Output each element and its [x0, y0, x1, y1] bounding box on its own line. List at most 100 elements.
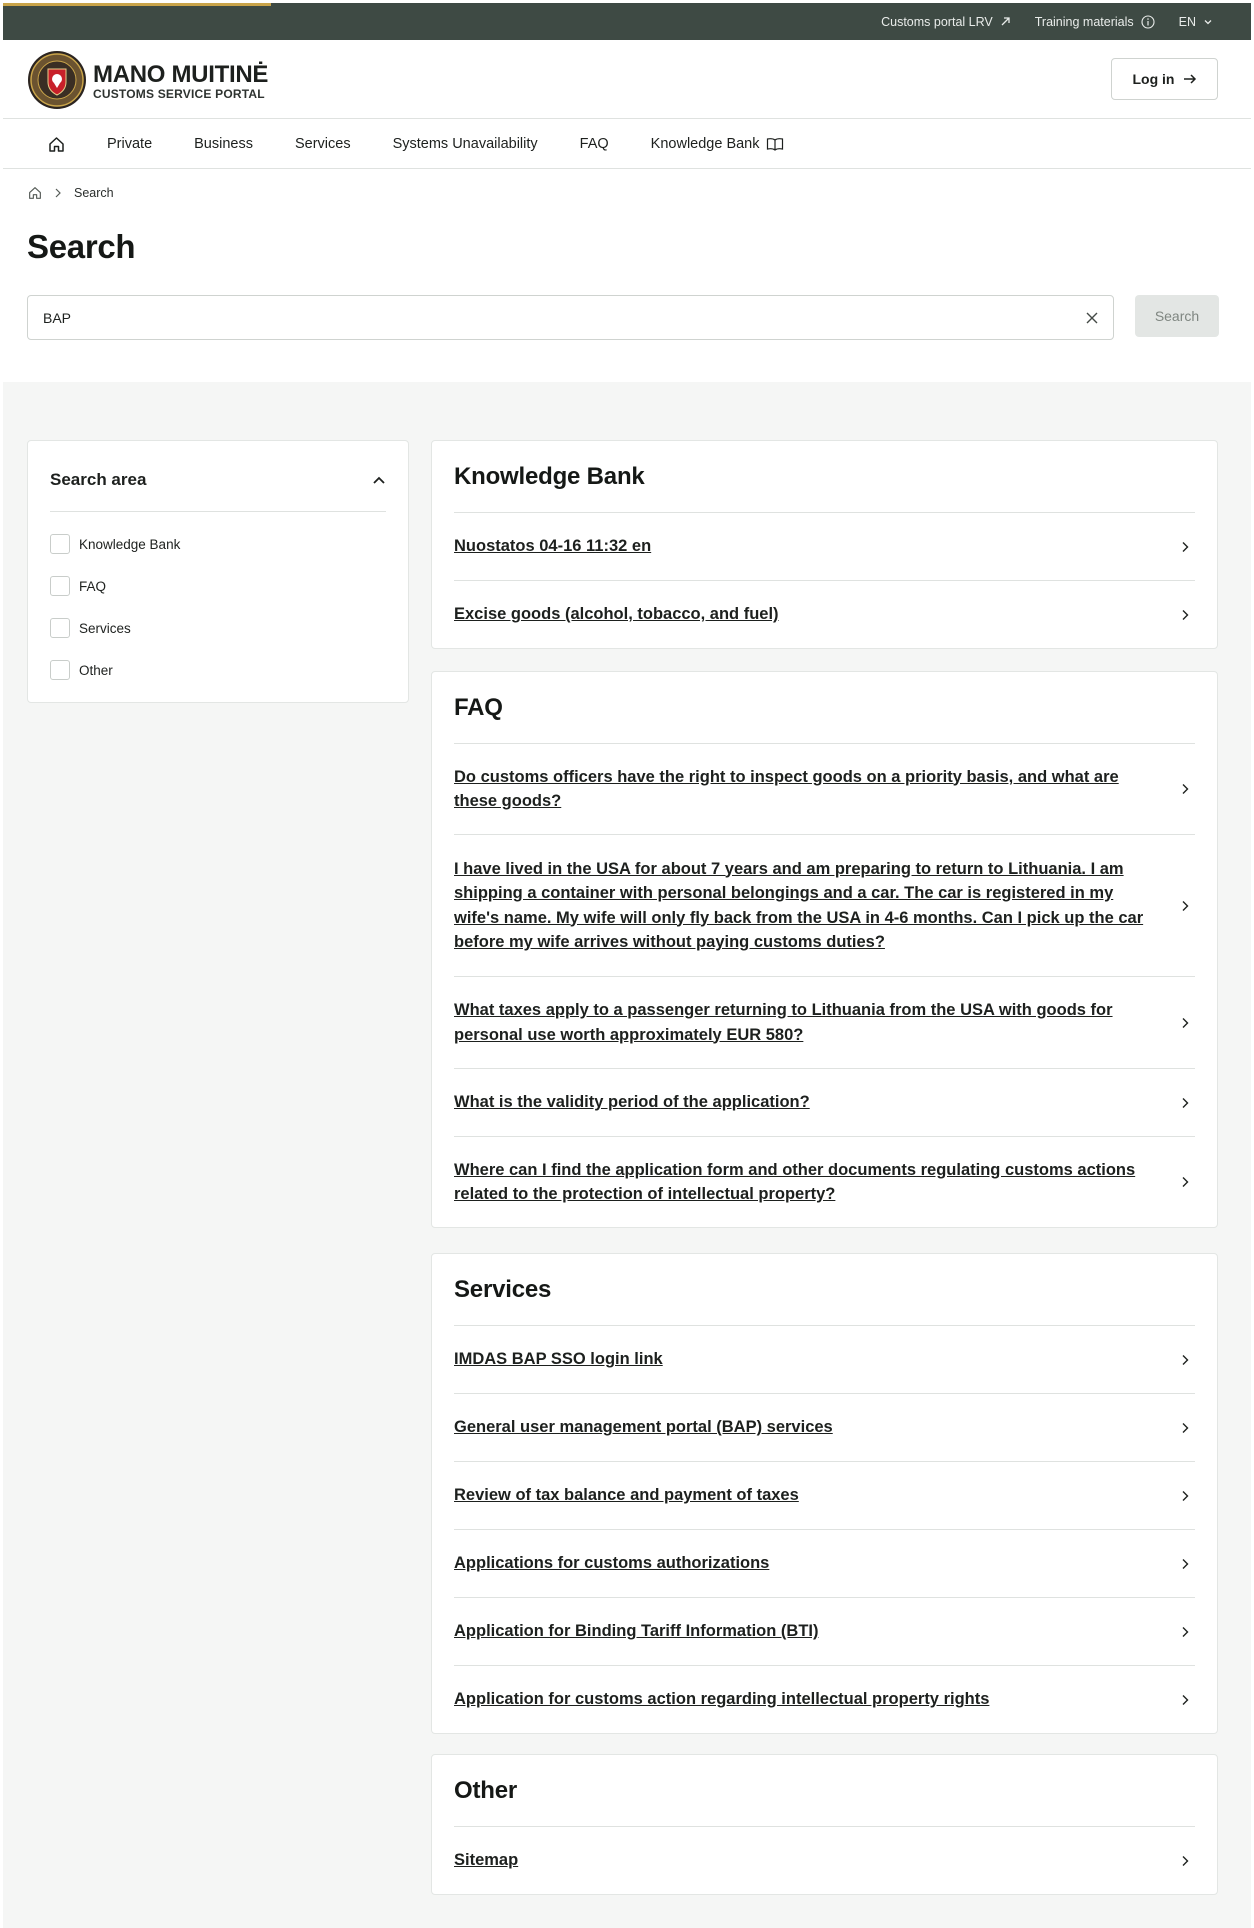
- filter-header[interactable]: Search area: [50, 465, 386, 495]
- result-link[interactable]: Excise goods (alcohol, tobacco, and fuel…: [454, 602, 779, 627]
- main-navigation: Private Business Services Systems Unavai…: [3, 120, 1251, 169]
- result-item[interactable]: IMDAS BAP SSO login link: [454, 1326, 1195, 1394]
- chevron-up-icon[interactable]: [372, 475, 386, 485]
- result-item[interactable]: Application for customs action regarding…: [454, 1666, 1195, 1733]
- result-item[interactable]: Nuostatos 04-16 11:32 en: [454, 513, 1195, 581]
- site-header: MANO MUITINĖ CUSTOMS SERVICE PORTAL Log …: [3, 40, 1251, 119]
- results-group-knowledge-bank: Knowledge Bank Nuostatos 04-16 11:32 en …: [431, 440, 1218, 649]
- result-link[interactable]: Where can I find the application form an…: [454, 1158, 1160, 1207]
- login-button[interactable]: Log in: [1111, 58, 1218, 100]
- results-group-services: Services IMDAS BAP SSO login link Genera…: [431, 1253, 1218, 1734]
- clear-search-icon[interactable]: [1083, 309, 1101, 327]
- external-arrow-icon: [1001, 17, 1010, 26]
- results-group-faq: FAQ Do customs officers have the right t…: [431, 671, 1218, 1228]
- home-icon: [49, 136, 64, 152]
- search-button[interactable]: Search: [1135, 295, 1219, 337]
- result-item[interactable]: General user management portal (BAP) ser…: [454, 1394, 1195, 1462]
- customs-emblem-logo[interactable]: [27, 50, 87, 110]
- home-icon[interactable]: [28, 186, 42, 200]
- chevron-right-icon: [1182, 1017, 1189, 1028]
- arrow-right-icon: [1183, 74, 1196, 84]
- nav-item-services[interactable]: Services: [295, 136, 351, 152]
- nav-item-faq[interactable]: FAQ: [580, 136, 609, 152]
- result-item[interactable]: Sitemap: [454, 1827, 1195, 1894]
- nav-item-label: Private: [107, 136, 153, 152]
- search-field-container: [27, 295, 1114, 340]
- result-item[interactable]: Where can I find the application form an…: [454, 1137, 1195, 1227]
- customs-portal-link[interactable]: Customs portal LRV: [881, 15, 1011, 29]
- result-link[interactable]: Applications for customs authorizations: [454, 1551, 769, 1576]
- chevron-right-icon: [1182, 1694, 1189, 1705]
- language-label: EN: [1178, 14, 1196, 29]
- filter-option-services[interactable]: Services: [50, 617, 180, 639]
- group-title: Services: [454, 1254, 1195, 1326]
- customs-portal-label: Customs portal LRV: [881, 14, 993, 29]
- nav-item-label: Systems Unavailability: [392, 136, 538, 152]
- result-link[interactable]: Application for Binding Tariff Informati…: [454, 1619, 818, 1644]
- open-book-icon: [766, 138, 783, 151]
- nav-home-link[interactable]: [48, 136, 65, 153]
- result-item[interactable]: What taxes apply to a passenger returnin…: [454, 977, 1195, 1069]
- result-link[interactable]: I have lived in the USA for about 7 year…: [454, 857, 1160, 955]
- chevron-right-icon: [1182, 1097, 1189, 1108]
- chevron-right-icon: [1182, 1354, 1189, 1365]
- filter-option-label: FAQ: [79, 578, 107, 594]
- training-materials-link[interactable]: Training materials: [1035, 15, 1155, 29]
- chevron-right-icon: [1182, 541, 1189, 552]
- chevron-right-icon: [1182, 1855, 1189, 1866]
- result-link[interactable]: What taxes apply to a passenger returnin…: [454, 998, 1160, 1047]
- search-input[interactable]: [28, 296, 1113, 339]
- search-area-filter: Search area Knowledge Bank FAQ Services …: [27, 440, 409, 703]
- chevron-right-icon: [1182, 900, 1189, 911]
- result-link[interactable]: Application for customs action regarding…: [454, 1687, 989, 1712]
- info-icon: [1141, 14, 1155, 29]
- chevron-right-icon: [1182, 1558, 1189, 1569]
- chevron-right-icon: [55, 188, 61, 198]
- result-item[interactable]: Applications for customs authorizations: [454, 1530, 1195, 1598]
- result-link[interactable]: What is the validity period of the appli…: [454, 1090, 810, 1115]
- nav-item-label: Business: [194, 136, 253, 152]
- group-title: FAQ: [454, 672, 1195, 744]
- results-group-other: Other Sitemap: [431, 1754, 1218, 1895]
- filter-option-faq[interactable]: FAQ: [50, 575, 180, 597]
- result-link[interactable]: Do customs officers have the right to in…: [454, 765, 1160, 814]
- filter-option-knowledge-bank[interactable]: Knowledge Bank: [50, 533, 180, 555]
- checkbox[interactable]: [50, 660, 70, 680]
- result-link[interactable]: General user management portal (BAP) ser…: [454, 1415, 833, 1440]
- chevron-right-icon: [1182, 784, 1189, 794]
- page-title: Search: [27, 228, 136, 265]
- result-item[interactable]: Excise goods (alcohol, tobacco, and fuel…: [454, 581, 1195, 648]
- language-selector[interactable]: EN: [1179, 15, 1213, 29]
- chevron-right-icon: [1182, 1422, 1189, 1433]
- nav-item-label: Services: [294, 136, 351, 152]
- nav-item-label: Knowledge Bank: [650, 136, 760, 152]
- result-link[interactable]: Sitemap: [454, 1848, 518, 1873]
- result-item[interactable]: Review of tax balance and payment of tax…: [454, 1462, 1195, 1530]
- result-item[interactable]: I have lived in the USA for about 7 year…: [454, 835, 1195, 977]
- filter-option-label: Knowledge Bank: [79, 536, 181, 552]
- result-item[interactable]: Application for Binding Tariff Informati…: [454, 1598, 1195, 1666]
- nav-item-systems-unavailability[interactable]: Systems Unavailability: [393, 136, 538, 152]
- group-title: Knowledge Bank: [454, 441, 1195, 513]
- nav-item-private[interactable]: Private: [107, 136, 152, 152]
- nav-item-label: FAQ: [579, 136, 609, 152]
- nav-item-knowledge-bank[interactable]: Knowledge Bank: [651, 136, 784, 152]
- result-link[interactable]: Nuostatos 04-16 11:32 en: [454, 534, 651, 559]
- result-item[interactable]: What is the validity period of the appli…: [454, 1069, 1195, 1137]
- group-title: Other: [454, 1755, 1195, 1827]
- checkbox[interactable]: [50, 576, 70, 596]
- result-link[interactable]: Review of tax balance and payment of tax…: [454, 1483, 799, 1508]
- result-item[interactable]: Do customs officers have the right to in…: [454, 744, 1195, 835]
- top-utility-bar: Customs portal LRV Training materials EN: [3, 3, 1251, 40]
- filter-option-other[interactable]: Other: [50, 659, 180, 681]
- breadcrumb-current: Search: [74, 186, 114, 200]
- result-link[interactable]: IMDAS BAP SSO login link: [454, 1347, 663, 1372]
- checkbox[interactable]: [50, 618, 70, 638]
- topbar-accent-stripe: [3, 3, 271, 6]
- nav-item-business[interactable]: Business: [194, 136, 253, 152]
- brand-name: MANO MUITINĖ: [93, 61, 269, 88]
- checkbox[interactable]: [50, 534, 70, 554]
- filter-options: Knowledge Bank FAQ Services Other: [50, 533, 180, 701]
- chevron-right-icon: [1182, 1626, 1189, 1637]
- filter-divider: [50, 511, 386, 512]
